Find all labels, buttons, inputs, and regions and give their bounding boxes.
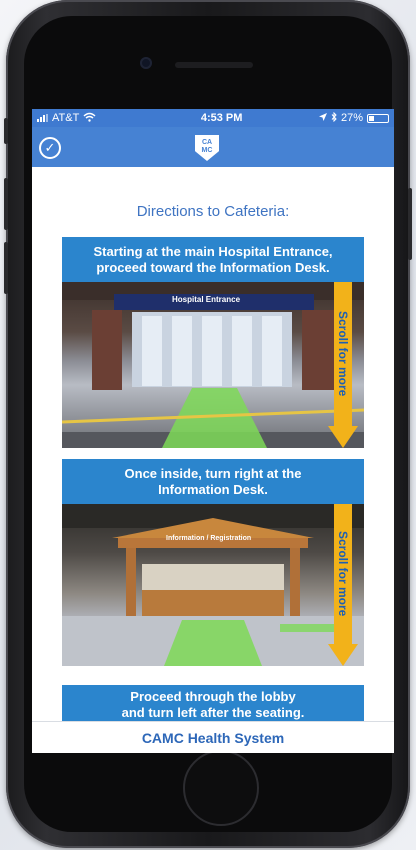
logo-text-top: CA	[201, 139, 213, 146]
location-icon	[318, 112, 327, 124]
page-title: Directions to Cafeteria:	[136, 203, 290, 220]
direction-step: Starting at the main Hospital Entrance, …	[62, 237, 364, 458]
direction-step: Proceed through the lobby and turn left …	[62, 685, 364, 725]
hospital-entrance-photo: Hospital Entrance Scroll for more	[62, 282, 364, 448]
status-bar: AT&T 4:53 PM 27%	[32, 109, 394, 127]
home-button[interactable]	[183, 750, 259, 826]
instruction-line: Proceed through the lobby	[130, 689, 296, 704]
nav-bar: ✓ CA MC	[32, 127, 394, 167]
instruction-line: and turn left after the seating.	[121, 705, 305, 720]
checkmark-button[interactable]: ✓	[39, 137, 61, 159]
footer-link[interactable]: CAMC Health System	[32, 721, 394, 753]
mute-switch	[4, 118, 8, 144]
hospital-entrance-sign: Hospital Entrance	[172, 295, 241, 304]
app-screen: AT&T 4:53 PM 27% ✓ CA MC Directions to C…	[32, 109, 394, 753]
scroll-hint-label: Scroll for more	[336, 311, 350, 397]
instruction-line: Information Desk.	[158, 481, 268, 497]
instruction-line: proceed toward the Information Desk.	[96, 259, 330, 275]
clock-label: 4:53 PM	[200, 112, 243, 124]
signal-icon	[37, 114, 48, 122]
step-instruction-banner: Proceed through the lobby and turn left …	[62, 685, 364, 725]
wifi-icon	[83, 112, 96, 125]
camc-logo: CA MC	[195, 135, 219, 161]
status-left: AT&T	[37, 112, 96, 125]
power-button	[408, 188, 412, 260]
scroll-for-more-arrow: Scroll for more	[328, 282, 358, 448]
instruction-line: Starting at the main Hospital Entrance,	[93, 243, 333, 259]
earpiece-speaker	[175, 62, 253, 68]
status-right: 27%	[318, 111, 389, 125]
battery-percent: 27%	[340, 112, 363, 124]
step-instruction-banner: Once inside, turn right at the Informati…	[62, 459, 364, 504]
instruction-line: Once inside, turn right at the	[124, 465, 302, 481]
step-instruction-banner: Starting at the main Hospital Entrance, …	[62, 237, 364, 282]
battery-icon	[367, 113, 389, 123]
bluetooth-icon	[331, 111, 337, 125]
information-registration-sign: Information / Registration	[166, 535, 252, 542]
information-desk-photo: Information / Registration Scroll for mo…	[62, 504, 364, 666]
front-camera	[140, 57, 152, 69]
scroll-hint-label: Scroll for more	[336, 531, 350, 617]
scroll-for-more-arrow: Scroll for more	[328, 504, 358, 666]
logo-text-bottom: MC	[201, 147, 213, 154]
volume-up-button	[4, 178, 8, 230]
carrier-label: AT&T	[52, 112, 80, 124]
volume-down-button	[4, 242, 8, 294]
direction-step: Once inside, turn right at the Informati…	[62, 459, 364, 679]
